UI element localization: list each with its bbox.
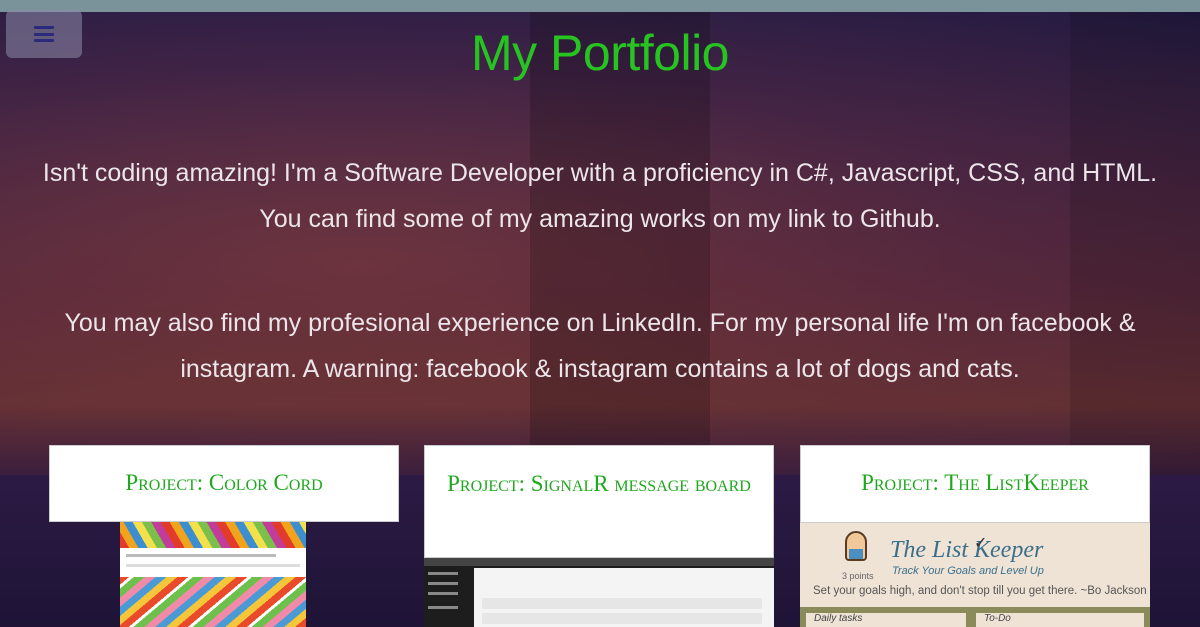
avatar-icon — [845, 531, 867, 561]
project-thumbnail-listkeeper[interactable]: The List Keeper ✓ Track Your Goals and L… — [800, 523, 1150, 627]
intro-paragraph-1-line-2: You can find some of my amazing works on… — [259, 205, 941, 233]
project-card-listkeeper[interactable]: Project: The ListKeeper The List Keeper … — [800, 445, 1150, 627]
thumbnail-sidebar-line — [428, 592, 458, 595]
color-stripes-image — [120, 522, 306, 548]
colored-pencils-image — [120, 577, 306, 627]
thumbnail-text-line — [126, 564, 300, 567]
thumbnail-app-title: The List Keeper — [890, 537, 1044, 563]
thumbnail-app-subtitle: Track Your Goals and Level Up — [892, 565, 1044, 577]
thumbnail-tab-bar — [424, 558, 774, 566]
project-card-color-cord[interactable]: Project: Color Cord — [49, 445, 399, 627]
intro-paragraph-2-line-1: You may also find my profesional experie… — [64, 309, 1136, 337]
page-title: My Portfolio — [471, 25, 729, 81]
thumbnail-sidebar-line — [428, 606, 458, 609]
thumbnail-message-row — [482, 613, 762, 624]
project-thumbnail-color-cord[interactable] — [120, 522, 306, 627]
thumbnail-message-row — [482, 598, 762, 609]
intro-paragraph-2-line-2: instagram. A warning: facebook & instagr… — [180, 355, 1020, 383]
thumbnail-column-daily: Daily tasks — [806, 613, 966, 627]
project-title-signalr[interactable]: Project: SignalR message board — [424, 445, 774, 558]
intro-paragraph-2: You may also find my profesional experie… — [40, 300, 1160, 392]
intro-paragraph-1-line-1: Isn't coding amazing! I'm a Software Dev… — [42, 159, 1158, 187]
top-strip — [0, 0, 1200, 12]
project-title-color-cord[interactable]: Project: Color Cord — [49, 445, 399, 522]
thumbnail-sidebar-line — [428, 582, 458, 585]
intro-paragraph-1: Isn't coding amazing! I'm a Software Dev… — [40, 150, 1160, 242]
project-thumbnail-signalr[interactable] — [424, 558, 774, 627]
thumbnail-points: 3 points — [842, 571, 874, 581]
checkmark-icon: ✓ — [974, 535, 988, 552]
thumbnail-text-line — [126, 554, 276, 557]
thumbnail-quote: Set your goals high, and don't stop till… — [813, 585, 1147, 597]
thumbnail-sidebar-line — [428, 572, 458, 575]
project-title-listkeeper[interactable]: Project: The ListKeeper — [800, 445, 1150, 523]
project-card-signalr[interactable]: Project: SignalR message board — [424, 445, 774, 627]
thumbnail-column-todo: To-Do — [976, 613, 1144, 627]
